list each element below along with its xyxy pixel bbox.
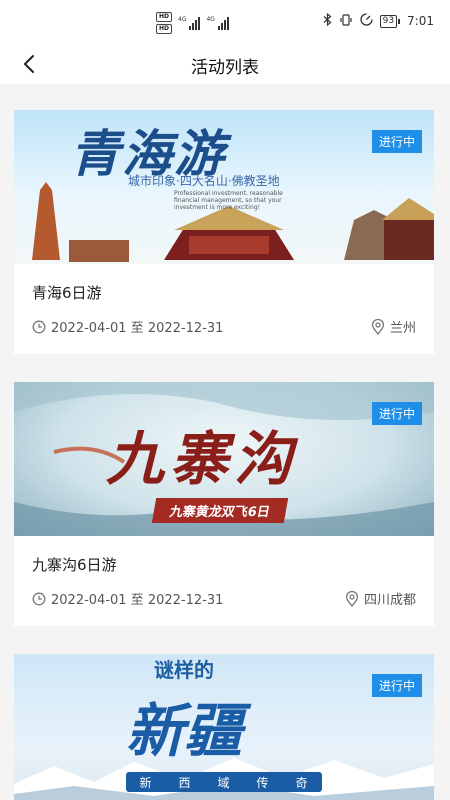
clock: 7:01 [407,14,434,28]
activity-list: 青海游 城市印象·四大名山·佛教圣地 Professional investme… [14,110,434,800]
hd-badge-2: HD [156,24,173,34]
activity-banner-image[interactable]: 青海游 城市印象·四大名山·佛教圣地 Professional investme… [14,110,434,264]
network-indicators: HD HD 4G 4G [156,12,229,34]
navigation-bar: 活动列表 [0,44,450,84]
date-range: 2022-04-01 至 2022-12-31 [51,593,224,608]
activity-date: 2022-04-01 至 2022-12-31 [32,317,223,336]
activity-date: 2022-04-01 至 2022-12-31 [32,589,223,608]
activity-location: 四川成都 [345,589,416,608]
vibrate-icon [339,13,353,29]
activity-banner-image[interactable]: 谜样的 新疆 新西域传奇 进行中 [14,654,434,800]
activity-card[interactable]: 九寨沟 九寨黄龙双飞6日 进行中 九寨沟6日游 2022-04-01 至 202… [14,382,434,626]
banner-calligraphy: 新疆 [126,697,243,765]
signal-icon-2: 4G [206,16,229,30]
hd-indicator: HD HD [156,12,173,34]
activity-card[interactable]: 谜样的 新疆 新西域传奇 进行中 [14,654,434,800]
battery-icon: 93 [379,14,401,28]
location-pin-icon [371,318,385,335]
banner-subtitle: 谜样的 [154,658,214,682]
banner-calligraphy: 九寨沟 [106,425,299,493]
status-badge: 进行中 [371,674,422,697]
location-text: 兰州 [389,321,416,336]
clock-icon [32,320,46,333]
activity-title: 青海6日游 [32,284,102,302]
location-pin-icon [345,590,359,607]
banner-ribbon: 九寨黄龙双飞6日 [151,498,289,523]
activity-card[interactable]: 青海游 城市印象·四大名山·佛教圣地 Professional investme… [14,110,434,354]
banner-english-text: Professional investment, reasonable fina… [174,190,283,211]
activity-title: 九寨沟6日游 [32,556,117,574]
activity-meta: 2022-04-01 至 2022-12-31 四川成都 [14,585,434,626]
date-range: 2022-04-01 至 2022-12-31 [51,321,224,336]
data-saver-icon [359,13,373,29]
status-bar: HD HD 4G 4G 93 7:01 [0,0,450,44]
status-badge: 进行中 [371,130,422,153]
banner-slogan: 城市印象·四大名山·佛教圣地 [128,174,280,188]
page-title: 活动列表 [191,58,259,78]
activity-banner-image[interactable]: 九寨沟 九寨黄龙双飞6日 进行中 [14,382,434,536]
bluetooth-icon [323,12,332,29]
status-badge: 进行中 [371,402,422,425]
system-indicators: 93 7:01 [323,12,434,29]
banner-strip: 新西域传奇 [126,772,322,792]
clock-icon [32,592,46,605]
location-text: 四川成都 [363,593,416,608]
hd-badge-1: HD [156,12,173,22]
activity-location: 兰州 [371,317,416,336]
activity-meta: 2022-04-01 至 2022-12-31 兰州 [14,313,434,354]
signal-icon-1: 4G [178,16,201,30]
